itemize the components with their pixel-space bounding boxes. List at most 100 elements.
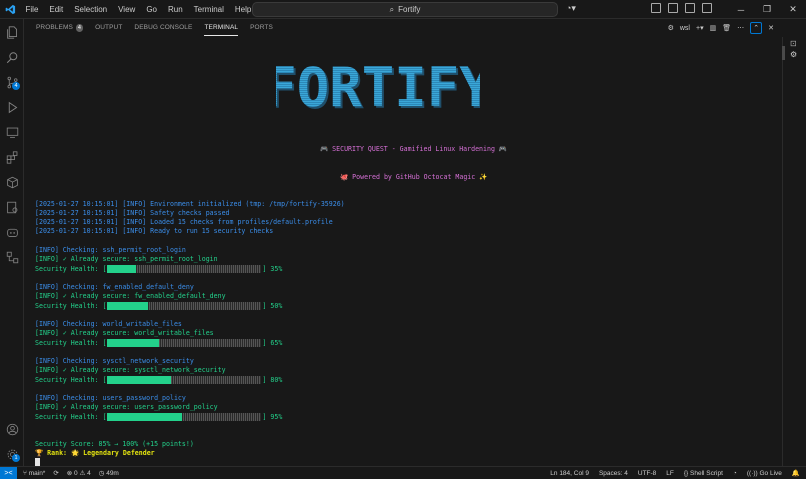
health-percent: ] 35%: [262, 264, 283, 273]
containers-icon[interactable]: [5, 175, 19, 189]
go-live-button[interactable]: ((·)) Go Live: [747, 470, 782, 477]
scm-badge: 4: [12, 82, 20, 90]
health-row: Security Health: [ ] 50%: [35, 301, 282, 310]
time-indicator[interactable]: ◷ 49m: [99, 469, 119, 477]
check-line: [INFO] Checking: sysctl_network_security: [35, 357, 194, 365]
check-line: [INFO] Checking: fw_enabled_default_deny: [35, 283, 194, 291]
split-terminal-icon[interactable]: ▥: [710, 24, 717, 32]
close-panel-icon[interactable]: ✕: [768, 24, 774, 32]
terminal-scrollbar[interactable]: [782, 46, 785, 60]
rank-line: 🏆 Rank: 🌟 Legendary Defender: [35, 449, 155, 457]
health-bar-fill: [107, 338, 160, 347]
copilot-chat-icon[interactable]: [5, 225, 19, 239]
panel-tab-bar: PROBLEMS 4 OUTPUT DEBUG CONSOLE TERMINAL…: [24, 19, 782, 37]
menu-selection[interactable]: Selection: [69, 0, 113, 19]
maximize-panel-icon[interactable]: ⌃: [750, 22, 763, 34]
tab-problems-label: PROBLEMS: [36, 24, 73, 31]
health-percent: ] 80%: [262, 375, 283, 384]
health-label: Security Health: [: [35, 338, 107, 347]
check-line: [INFO] Checking: ssh_permit_root_login: [35, 246, 186, 254]
activity-bar: 4 1: [0, 19, 24, 466]
indentation[interactable]: Spaces: 4: [599, 470, 628, 477]
command-center-search[interactable]: ⌕ Fortify: [252, 2, 558, 17]
notifications-bell-icon[interactable]: 🔔: [792, 469, 800, 477]
language-label: Shell Script: [690, 469, 723, 477]
remote-explorer-icon[interactable]: [5, 125, 19, 139]
powered-line: 🐙 Powered by GitHub Octocat Magic ✨: [340, 173, 488, 181]
explorer-icon[interactable]: [5, 25, 19, 39]
new-terminal-icon[interactable]: +▾: [696, 24, 704, 32]
end-of-line[interactable]: LF: [666, 470, 674, 477]
tab-problems[interactable]: PROBLEMS 4: [36, 19, 84, 37]
fortify-ascii-logo: FORTIFY FORTIFY: [276, 59, 480, 115]
branch-indicator[interactable]: ⑂ main*: [23, 470, 45, 477]
toggle-secondary-sidebar-icon[interactable]: [685, 3, 695, 13]
copilot-status-icon[interactable]: ◔: [733, 470, 737, 477]
terminal-bash-icon[interactable]: ⊡: [790, 39, 797, 48]
accounts-icon[interactable]: [5, 422, 19, 436]
health-percent: ] 65%: [262, 338, 283, 347]
search-view-icon[interactable]: [5, 50, 19, 64]
health-row: Security Health: [ ] 35%: [35, 264, 282, 273]
menu-go[interactable]: Go: [141, 0, 163, 19]
manage-badge: 1: [12, 454, 20, 462]
toggle-primary-sidebar-icon[interactable]: [651, 3, 661, 13]
health-label: Security Health: [: [35, 375, 107, 384]
health-bar: [107, 375, 262, 384]
tab-ports-label: PORTS: [250, 24, 273, 31]
more-actions-icon[interactable]: ⋯: [737, 24, 744, 32]
secure-line: [INFO] ✓ Already secure: world_writable_…: [35, 329, 214, 337]
menu-view[interactable]: View: [113, 0, 141, 19]
health-row: Security Health: [ ] 65%: [35, 338, 282, 347]
health-label: Security Health: [: [35, 301, 107, 310]
health-row: Security Health: [ ] 95%: [35, 412, 282, 421]
source-control-icon[interactable]: 4: [5, 75, 20, 90]
terminal-shell-icon: ⚙: [667, 25, 674, 32]
remote-indicator-icon[interactable]: ><: [0, 466, 17, 479]
run-debug-icon[interactable]: [5, 100, 19, 114]
encoding[interactable]: UTF-8: [638, 470, 656, 477]
terminal-view[interactable]: FORTIFY FORTIFY 🎮 SECURITY QUEST - Gamif…: [24, 37, 782, 466]
tab-ports[interactable]: PORTS: [250, 19, 273, 37]
go-live-label: Go Live: [759, 469, 782, 477]
health-bar: [107, 264, 262, 273]
toggle-panel-icon[interactable]: [668, 3, 678, 13]
tab-output[interactable]: OUTPUT: [95, 19, 122, 37]
terminal-settings-icon[interactable]: ⚙: [790, 50, 797, 59]
minimize-icon[interactable]: ─: [728, 5, 754, 15]
health-bar-fill: [107, 264, 136, 273]
health-label: Security Health: [: [35, 264, 107, 273]
close-window-icon[interactable]: ✕: [780, 4, 806, 15]
sync-icon[interactable]: ⟳: [53, 469, 58, 477]
extensions-icon[interactable]: [5, 150, 19, 164]
tab-terminal[interactable]: TERMINAL: [204, 19, 238, 37]
title-bar: File Edit Selection View Go Run Terminal…: [0, 0, 806, 19]
menu-edit[interactable]: Edit: [44, 0, 69, 19]
secure-line: [INFO] ✓ Already secure: sysctl_network_…: [35, 366, 226, 374]
health-label: Security Health: [: [35, 412, 107, 421]
testing-icon[interactable]: [5, 200, 19, 214]
restore-icon[interactable]: ❐: [754, 4, 780, 15]
menu-file[interactable]: File: [20, 0, 44, 19]
nodes-icon[interactable]: [5, 250, 19, 264]
language-mode[interactable]: {} Shell Script: [684, 470, 723, 477]
log-line: [2025-01-27 10:15:01] [INFO] Loaded 15 c…: [35, 218, 333, 226]
menu-run[interactable]: Run: [162, 0, 188, 19]
customize-layout-icon[interactable]: [702, 3, 712, 13]
check-line: [INFO] Checking: users_password_policy: [35, 394, 186, 402]
tab-output-label: OUTPUT: [95, 24, 123, 31]
vscode-logo-icon: [0, 0, 20, 19]
check-line: [INFO] Checking: world_writable_files: [35, 320, 182, 328]
tab-debug-console[interactable]: DEBUG CONSOLE: [134, 19, 192, 37]
terminal-shell-label[interactable]: wsl: [680, 25, 690, 32]
copilot-icon[interactable]: ◔▾: [566, 3, 576, 14]
kill-terminal-icon[interactable]: 🗑: [722, 24, 731, 32]
tab-debug-console-label: DEBUG CONSOLE: [134, 24, 193, 31]
manage-gear-icon[interactable]: 1: [5, 447, 20, 462]
branch-name: main*: [28, 469, 46, 477]
cursor-position[interactable]: Ln 184, Col 9: [550, 470, 589, 477]
health-percent: ] 95%: [262, 412, 283, 421]
problems-indicator[interactable]: ⊗ 0 ⚠ 4: [67, 469, 91, 477]
health-bar: [107, 338, 262, 347]
menu-terminal[interactable]: Terminal: [188, 0, 229, 19]
